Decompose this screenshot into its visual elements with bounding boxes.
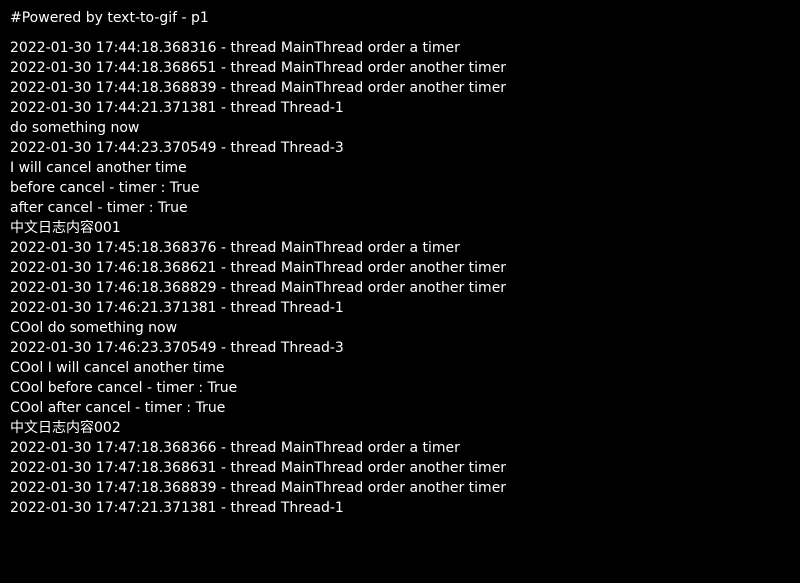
log-line: COol do something now <box>10 320 178 336</box>
log-line: before cancel - timer : True <box>10 180 200 196</box>
log-line: 中文日志内容001 <box>10 220 121 236</box>
log-line: COol after cancel - timer : True <box>10 400 226 416</box>
log-line: 2022-01-30 17:45:18.368376 - thread Main… <box>10 240 460 256</box>
log-line: 2022-01-30 17:44:18.368651 - thread Main… <box>10 60 507 76</box>
log-line: 2022-01-30 17:46:18.368829 - thread Main… <box>10 280 507 296</box>
log-line: after cancel - timer : True <box>10 200 188 216</box>
log-line: do something now <box>10 120 140 136</box>
log-line: 中文日志内容002 <box>10 420 121 436</box>
log-line: 2022-01-30 17:44:23.370549 - thread Thre… <box>10 140 344 156</box>
log-line: 2022-01-30 17:46:21.371381 - thread Thre… <box>10 300 344 316</box>
powered-by-header: #Powered by text-to-gif - p1 <box>10 10 209 26</box>
log-line: 2022-01-30 17:47:18.368366 - thread Main… <box>10 440 460 456</box>
log-line: 2022-01-30 17:44:18.368316 - thread Main… <box>10 40 460 56</box>
log-line: 2022-01-30 17:46:18.368621 - thread Main… <box>10 260 507 276</box>
log-line: 2022-01-30 17:47:18.368631 - thread Main… <box>10 460 507 476</box>
log-output: 2022-01-30 17:44:18.368316 - thread Main… <box>10 38 506 518</box>
log-line: 2022-01-30 17:44:21.371381 - thread Thre… <box>10 100 344 116</box>
log-line: COol before cancel - timer : True <box>10 380 238 396</box>
log-line: 2022-01-30 17:47:21.371381 - thread Thre… <box>10 500 344 516</box>
log-line: COol I will cancel another time <box>10 360 225 376</box>
log-line: 2022-01-30 17:44:18.368839 - thread Main… <box>10 80 507 96</box>
log-line: 2022-01-30 17:46:23.370549 - thread Thre… <box>10 340 344 356</box>
log-line: I will cancel another time <box>10 160 187 176</box>
log-line: 2022-01-30 17:47:18.368839 - thread Main… <box>10 480 507 496</box>
